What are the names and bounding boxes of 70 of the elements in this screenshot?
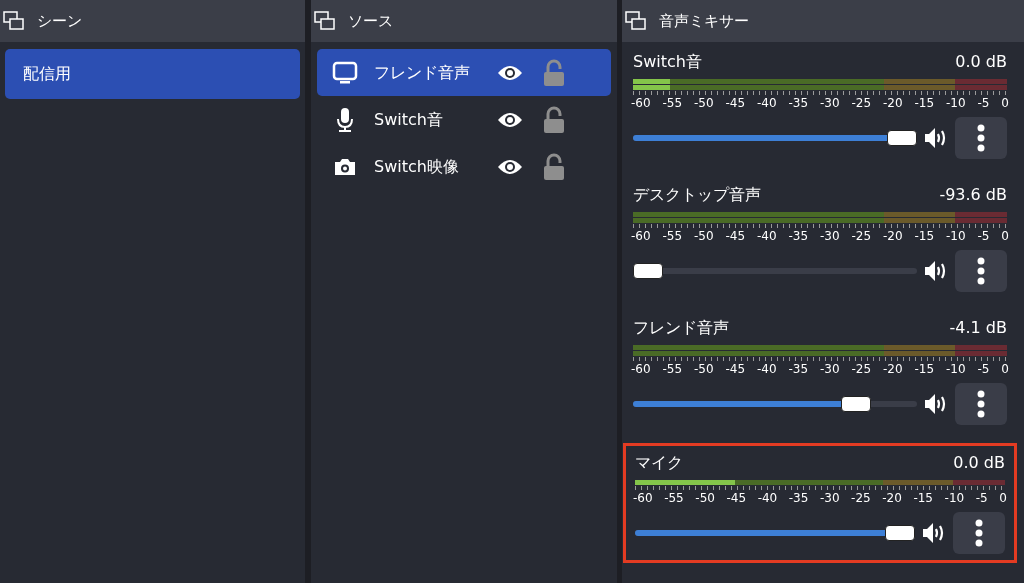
scale-label: -55: [662, 363, 683, 375]
scale-label: -45: [725, 363, 746, 375]
scale-label: -50: [694, 97, 714, 109]
source-item[interactable]: Switch音: [317, 96, 611, 143]
scale-label: -25: [851, 230, 872, 242]
scale-label: -5: [977, 230, 990, 242]
scale-label: -40: [757, 363, 777, 375]
scale-label: -25: [851, 97, 872, 109]
scale-label: -55: [664, 492, 684, 504]
db-reading: 0.0 dB: [955, 51, 1007, 73]
scale-label: -60: [633, 492, 653, 504]
scale-label: -50: [694, 230, 714, 242]
scale-label: -5: [977, 97, 990, 109]
scale-label: -10: [944, 492, 965, 504]
db-reading: -93.6 dB: [939, 184, 1007, 206]
scale-label: -15: [914, 230, 935, 242]
scale-label: -40: [757, 97, 777, 109]
source-name: Switch映像: [374, 155, 460, 178]
channel-name: Switch音: [633, 51, 702, 73]
scale-label: -10: [946, 230, 966, 242]
scale-label: -35: [788, 230, 809, 242]
scale-label: -40: [757, 492, 778, 504]
scale-label: -45: [725, 97, 746, 109]
scale-label: -10: [946, 97, 966, 109]
scale-label: -55: [662, 230, 683, 242]
scale-label: -15: [914, 363, 935, 375]
scale-label: -20: [883, 230, 903, 242]
scale-label: -10: [946, 363, 966, 375]
scale-label: -50: [694, 363, 714, 375]
scale-label: -30: [820, 363, 840, 375]
scale-label: -35: [788, 97, 809, 109]
channel-name: デスクトップ音声: [633, 184, 761, 206]
channel-name: マイク: [635, 452, 683, 474]
scale-label: -15: [914, 97, 935, 109]
panel-title: 音声ミキサー: [659, 10, 749, 32]
scale-label: -35: [788, 363, 809, 375]
scale-label: -55: [662, 97, 683, 109]
scale-label: -15: [913, 492, 933, 504]
scale-label: -30: [820, 230, 840, 242]
channel-name: フレンド音声: [633, 317, 729, 339]
scale-label: -40: [757, 230, 777, 242]
panel-title: ソース: [348, 10, 393, 32]
source-name: Switch音: [374, 108, 444, 131]
scale-label: -25: [851, 492, 871, 504]
scale-label: 0: [1001, 230, 1009, 242]
db-reading: -4.1 dB: [949, 317, 1007, 339]
scale-label: 0: [1001, 363, 1009, 375]
scale-label: -5: [977, 363, 990, 375]
source-name: フレンド音声: [374, 61, 471, 84]
scale-label: -5: [975, 492, 988, 504]
scale-label: -30: [820, 97, 840, 109]
scale-label: 0: [1001, 97, 1009, 109]
scale-label: -60: [631, 97, 651, 109]
scale-label: -45: [725, 230, 746, 242]
source-item[interactable]: Switch映像: [317, 143, 611, 190]
db-reading: 0.0 dB: [953, 452, 1005, 474]
scale-label: -20: [883, 363, 903, 375]
scene-item[interactable]: 配信用: [5, 49, 300, 99]
source-item[interactable]: フレンド音声: [317, 49, 611, 96]
scale-label: 0: [999, 492, 1007, 504]
scale-label: -30: [819, 492, 840, 504]
scale-label: -45: [726, 492, 747, 504]
scale-label: -50: [695, 492, 715, 504]
scale-label: -20: [882, 492, 902, 504]
scale-label: -60: [631, 363, 651, 375]
panel-title: シーン: [37, 10, 82, 32]
scale-label: -25: [851, 363, 872, 375]
scale-label: -60: [631, 230, 651, 242]
scale-label: -20: [883, 97, 903, 109]
scale-label: -35: [788, 492, 809, 504]
